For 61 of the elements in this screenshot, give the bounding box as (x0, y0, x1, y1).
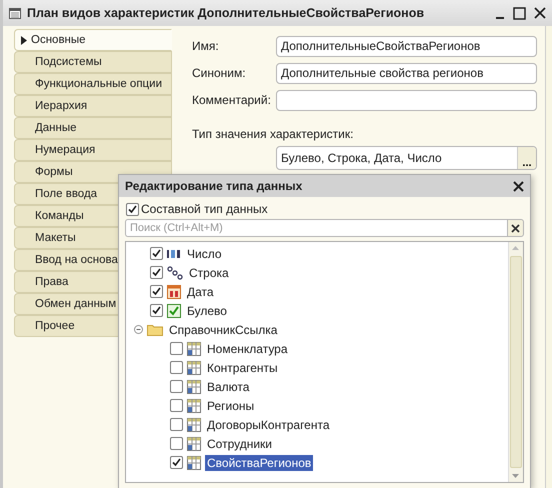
select-button[interactable]: ... (517, 147, 536, 169)
table-icon (187, 418, 201, 432)
field-label: Синоним: (192, 66, 247, 80)
tree-item[interactable]: Контрагенты (205, 360, 280, 376)
side-tab[interactable]: Иерархия (14, 95, 172, 117)
input-field[interactable] (276, 90, 537, 110)
clear-icon (511, 224, 520, 232)
table-icon (187, 456, 201, 470)
checkbox[interactable] (170, 418, 183, 431)
close-icon[interactable] (534, 7, 546, 19)
checkbox[interactable] (126, 202, 139, 216)
checkbox[interactable] (170, 399, 183, 412)
field-label: Комментарий: (192, 93, 272, 107)
caret-icon (21, 36, 27, 44)
table-icon (187, 436, 201, 450)
close-icon[interactable] (513, 180, 524, 192)
field-label: Имя: (192, 39, 220, 53)
checkbox[interactable] (150, 266, 163, 279)
tree-item[interactable]: Сотрудники (205, 436, 274, 452)
number-icon (167, 248, 181, 260)
tree-item[interactable]: ДоговорыКонтрагента (205, 416, 332, 432)
checkbox[interactable] (150, 304, 163, 317)
checkbox[interactable] (150, 247, 163, 260)
tree-item[interactable]: Дата (185, 284, 216, 300)
tree-item[interactable]: Число (185, 246, 224, 262)
side-tab[interactable]: Данные (14, 117, 172, 139)
checkbox-icon (167, 304, 181, 318)
side-tab[interactable]: Функциональные опции (14, 73, 172, 95)
table-icon (187, 380, 201, 394)
input-field[interactable]: ДополнительныеСвойстваРегионов (276, 36, 537, 56)
scrollbar[interactable] (508, 242, 523, 482)
table-icon (187, 360, 201, 374)
string-icon (167, 266, 183, 280)
side-tab[interactable]: Основные (14, 29, 172, 51)
window-icon (9, 8, 21, 18)
checkbox[interactable] (170, 342, 183, 355)
search-field[interactable]: Поиск (Ctrl+Alt+M) (125, 219, 507, 237)
checkbox[interactable] (170, 456, 183, 469)
checkbox[interactable] (150, 285, 163, 298)
side-tab[interactable]: Подсистемы (14, 51, 172, 73)
checkbox[interactable] (170, 380, 183, 393)
tree-item[interactable]: Регионы (205, 398, 256, 414)
field-label: Тип значения характеристик: (192, 127, 354, 141)
folder-icon (147, 323, 163, 336)
table-icon (187, 398, 201, 412)
window-title: План видов характеристик ДополнительныеСвойстваРегионов (27, 6, 426, 20)
type-field[interactable]: Булево, Строка, Дата, Число ... (276, 146, 537, 170)
tree-item[interactable]: СвойстваРегионов (205, 454, 314, 470)
maximize-icon[interactable] (513, 6, 526, 20)
collapse-icon[interactable] (134, 325, 143, 334)
calendar-icon (167, 284, 181, 298)
tree-item[interactable]: Строка (187, 264, 231, 280)
checkbox[interactable] (170, 437, 183, 450)
side-tab[interactable]: Нумерация (14, 139, 172, 161)
tree-item[interactable]: Номенклатура (205, 340, 290, 356)
checkbox[interactable] (170, 361, 183, 374)
table-icon (187, 342, 201, 356)
tree-item[interactable]: Булево (185, 302, 229, 318)
clear-button[interactable] (507, 219, 524, 237)
input-field[interactable]: Дополнительные свойства регионов (276, 62, 537, 84)
tree-item[interactable]: Валюта (205, 378, 252, 394)
